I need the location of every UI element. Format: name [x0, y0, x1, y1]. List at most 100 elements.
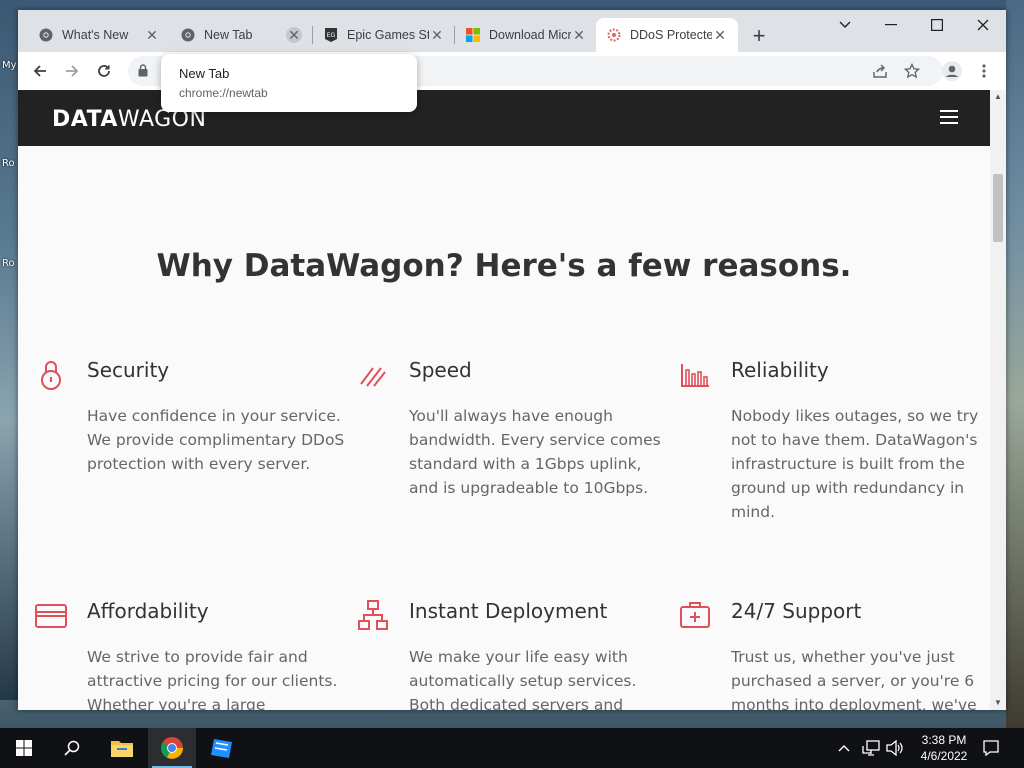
bar-chart-icon [681, 364, 709, 387]
desktop-right-edge [1006, 0, 1024, 728]
feature-text: Nobody likes outages, so we try not to h… [731, 407, 979, 521]
network-icon [862, 740, 880, 756]
credit-card-icon [35, 604, 67, 628]
menu-button[interactable] [972, 59, 996, 83]
tab-search-button[interactable] [822, 10, 868, 40]
lock-icon [41, 361, 61, 390]
first-aid-icon [680, 602, 710, 628]
start-button[interactable] [0, 728, 48, 768]
chrome-icon [180, 27, 196, 43]
back-button[interactable] [28, 59, 52, 83]
clock-date: 4/6/2022 [920, 749, 968, 763]
hamburger-menu-icon[interactable] [940, 110, 958, 128]
network-tray-icon[interactable] [862, 728, 880, 768]
browser-window: What's New ✕ New Tab ✕ EG Epic Games Sto… [18, 10, 1006, 710]
maximize-icon [931, 19, 943, 31]
close-icon[interactable]: ✕ [712, 27, 728, 43]
taskbar-file-explorer[interactable] [98, 728, 146, 768]
volume-tray-icon[interactable] [886, 728, 904, 768]
web-page: DATAWAGON Why DataWagon? Here's a few re… [18, 90, 990, 710]
feature-affordability: Affordability We strive to provide fair … [35, 599, 347, 710]
taskbar-clock[interactable]: 3:38 PM 4/6/2022 [914, 732, 974, 764]
tray-chevron[interactable] [838, 728, 850, 768]
share-button[interactable] [868, 59, 892, 83]
tab-new-tab[interactable]: New Tab ✕ [170, 18, 312, 52]
tab-download-microsoft[interactable]: Download Microsoft ✕ [455, 18, 597, 52]
feature-text: Trust us, whether you've just purchased … [731, 648, 977, 710]
microsoft-icon [465, 27, 481, 43]
feature-speed: Speed You'll always have enough bandwidt… [360, 358, 669, 500]
notification-icon [983, 740, 999, 757]
page-headline: Why DataWagon? Here's a few reasons. [156, 248, 852, 284]
desktop-icon-label[interactable]: My [2, 60, 17, 71]
reload-button[interactable] [92, 59, 116, 83]
desktop-left-edge: My Ro Ro [0, 0, 18, 700]
close-icon[interactable]: ✕ [286, 27, 302, 43]
feature-title: Security [87, 358, 170, 382]
new-tab-button[interactable]: + [748, 25, 770, 48]
tab-title: Epic Games Store [347, 28, 429, 42]
speaker-icon [886, 740, 903, 756]
profile-button[interactable] [940, 59, 964, 83]
share-icon [873, 64, 887, 78]
minimize-button[interactable] [868, 10, 914, 40]
taskbar-app[interactable] [198, 728, 246, 768]
search-button[interactable] [48, 728, 96, 768]
app-tile-icon [211, 739, 232, 758]
bookmark-button[interactable] [900, 59, 924, 83]
feature-title: Affordability [87, 599, 209, 623]
desktop-icon-label[interactable]: Ro [2, 258, 15, 269]
svg-text:EG: EG [327, 32, 336, 39]
feature-reliability: Reliability Nobody likes outages, so we … [681, 358, 990, 524]
tab-hover-card: New Tab chrome://newtab [161, 54, 417, 112]
hover-card-title: New Tab [179, 66, 230, 81]
page-scrollbar[interactable]: ▲ ▼ [990, 90, 1006, 710]
tab-title: Download Microsoft [489, 28, 571, 42]
arrow-left-icon [33, 65, 46, 77]
maximize-button[interactable] [914, 10, 960, 40]
chrome-icon [38, 27, 54, 43]
notification-center-button[interactable] [982, 728, 1000, 768]
taskbar-chrome[interactable] [148, 728, 196, 768]
folder-icon [111, 741, 133, 757]
search-icon [64, 740, 80, 756]
more-vert-icon [982, 64, 986, 78]
tab-whats-new[interactable]: What's New ✕ [28, 18, 170, 52]
lock-icon[interactable] [138, 64, 148, 82]
desktop-icon-label[interactable]: Ro [2, 158, 15, 169]
feature-security: Security Have confidence in your service… [41, 358, 347, 476]
feature-text: You'll always have enough bandwidth. Eve… [409, 407, 661, 497]
feature-title: Speed [409, 358, 472, 382]
tab-title: What's New [62, 28, 129, 42]
network-icon [358, 600, 388, 630]
tab-epic-games[interactable]: EG Epic Games Store ✕ [313, 18, 455, 52]
scroll-down-arrow-icon[interactable]: ▼ [990, 696, 1006, 710]
scrollbar-thumb[interactable] [993, 174, 1003, 242]
tab-title: New Tab [204, 28, 253, 42]
chevron-down-icon [839, 21, 851, 28]
tab-title: DDoS Protected [630, 28, 712, 42]
forward-button[interactable] [60, 59, 84, 83]
avatar-icon [942, 61, 962, 81]
tab-ddos-protected[interactable]: DDoS Protected ✕ [596, 18, 738, 52]
hover-card-url: chrome://newtab [179, 86, 268, 100]
feature-title: 24/7 Support [731, 599, 862, 623]
reload-icon [98, 65, 110, 77]
clock-time: 3:38 PM [921, 733, 967, 747]
chevron-up-icon [838, 745, 850, 752]
close-window-button[interactable] [960, 10, 1006, 40]
taskbar: 3:38 PM 4/6/2022 [0, 728, 1024, 768]
close-icon[interactable]: ✕ [429, 27, 445, 43]
feature-instant-deployment: Instant Deployment We make your life eas… [358, 599, 669, 710]
feature-title: Reliability [731, 358, 829, 382]
tab-strip: What's New ✕ New Tab ✕ EG Epic Games Sto… [18, 10, 1006, 52]
chrome-icon [161, 737, 183, 759]
star-icon [904, 63, 920, 79]
datawagon-icon [606, 27, 622, 43]
close-icon[interactable]: ✕ [571, 27, 587, 43]
scroll-up-arrow-icon[interactable]: ▲ [990, 90, 1006, 104]
close-icon [977, 19, 989, 31]
speed-lines-icon [360, 367, 386, 387]
feature-text: We make your life easy with automaticall… [409, 648, 637, 710]
close-icon[interactable]: ✕ [144, 27, 160, 43]
